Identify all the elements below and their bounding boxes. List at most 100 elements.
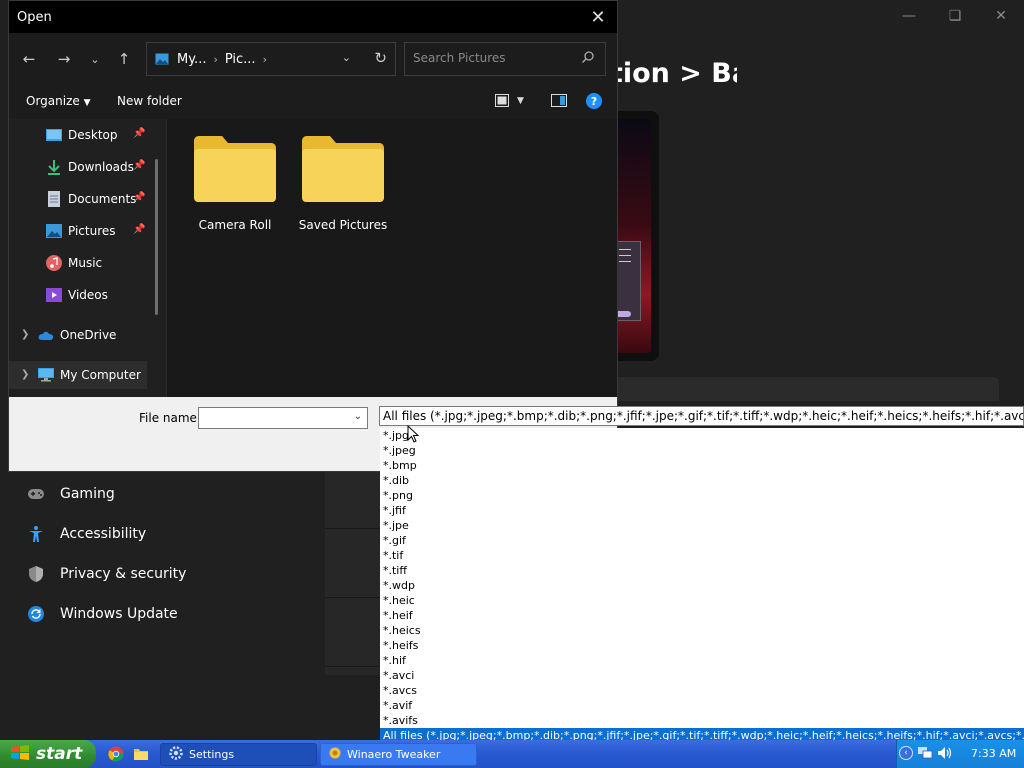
filter-option[interactable]: *.gif — [380, 533, 1024, 548]
nav-item-gaming[interactable]: Gaming — [0, 474, 325, 514]
pin-icon[interactable]: 📌 — [133, 192, 145, 203]
nav-item-accessibility[interactable]: Accessibility — [0, 514, 325, 554]
pin-icon[interactable]: 📌 — [133, 224, 145, 235]
sidebar-item-label: Desktop — [68, 128, 118, 142]
sidebar-item-onedrive[interactable]: ❯ OneDrive — [9, 321, 159, 349]
folder-item-saved-pictures[interactable]: Saved Pictures — [293, 135, 393, 232]
mouse-cursor-icon — [407, 425, 419, 443]
file-explorer-icon[interactable] — [133, 746, 149, 762]
filter-option[interactable]: *.jpeg — [380, 443, 1024, 458]
sidebar-item-label: Music — [68, 256, 103, 270]
breadcrumb-separator-icon: › — [262, 52, 267, 66]
settings-content-card — [325, 460, 381, 675]
sidebar-item-label: Pictures — [68, 224, 116, 238]
forward-button[interactable]: → — [52, 47, 76, 71]
dialog-close-button[interactable]: ✕ — [585, 5, 611, 29]
breadcrumb-item[interactable]: Pic... — [225, 52, 256, 67]
sidebar-item-music[interactable]: Music — [9, 249, 159, 277]
chevron-right-icon[interactable]: ❯ — [21, 329, 29, 340]
help-icon[interactable]: ? — [586, 93, 602, 109]
music-icon — [46, 255, 62, 271]
taskbar-item-winaero-tweaker[interactable]: Winaero Tweaker — [320, 743, 477, 766]
minimize-button[interactable]: — — [886, 0, 932, 32]
page-heading-text: Personalization > Background — [617, 58, 737, 89]
sidebar-item-label: Downloads — [68, 160, 134, 174]
organize-button[interactable]: Organize ▼ — [26, 94, 91, 108]
sidebar-scrollbar[interactable] — [155, 159, 158, 315]
filter-option[interactable]: *.avcs — [380, 683, 1024, 698]
desktop-icon — [46, 127, 62, 143]
document-icon — [46, 191, 62, 207]
file-name-input[interactable] — [203, 411, 343, 425]
view-icon — [495, 94, 509, 107]
dialog-titlebar: Open ✕ — [9, 1, 617, 33]
folder-item-camera-roll[interactable]: Camera Roll — [185, 135, 285, 232]
sidebar-item-label: My Computer — [60, 368, 141, 382]
dialog-toolbar: Organize ▼ New folder ▼ ? — [9, 85, 617, 119]
address-dropdown-icon[interactable]: ⌄ — [342, 51, 351, 64]
open-dialog: Open ✕ ← → ⌄ ↑ My... › Pic... › ⌄ ↻ Sear… — [8, 0, 618, 472]
back-button[interactable]: ← — [17, 47, 41, 71]
filter-option[interactable]: *.heic — [380, 593, 1024, 608]
search-input[interactable] — [413, 51, 573, 65]
sidebar-item-my-computer[interactable]: ❯ My Computer — [9, 361, 147, 389]
file-type-dropdown-list: *.jpg *.jpeg *.bmp *.dib *.png *.jfif *.… — [380, 428, 1024, 744]
video-icon — [46, 287, 62, 303]
breadcrumb-separator-icon: › — [213, 52, 218, 66]
filter-option[interactable]: *.hif — [380, 653, 1024, 668]
nav-item-windows-update[interactable]: Windows Update — [0, 594, 325, 634]
sidebar-item-desktop[interactable]: Desktop 📌 — [9, 121, 159, 149]
filter-option[interactable]: *.heics — [380, 623, 1024, 638]
file-name-combobox[interactable]: ⌄ — [198, 407, 368, 429]
nav-item-privacy[interactable]: Privacy & security — [0, 554, 325, 594]
address-bar[interactable]: My... › Pic... › ⌄ ↻ — [146, 42, 396, 76]
breadcrumb-item[interactable]: My... — [177, 52, 206, 67]
chrome-icon[interactable] — [108, 746, 124, 762]
filter-option[interactable]: *.avifs — [380, 713, 1024, 728]
windows-flag-icon — [10, 744, 30, 765]
preview-pane-button[interactable] — [551, 94, 567, 110]
filter-option[interactable]: *.jfif — [380, 503, 1024, 518]
up-button[interactable]: ↑ — [112, 47, 136, 71]
filter-option[interactable]: *.png — [380, 488, 1024, 503]
volume-icon[interactable] — [937, 746, 953, 763]
filter-option[interactable]: *.jpg — [380, 428, 1024, 443]
sidebar-item-pictures[interactable]: Pictures 📌 — [9, 217, 159, 245]
filter-option[interactable]: *.wdp — [380, 578, 1024, 593]
network-icon[interactable] — [917, 746, 933, 763]
close-button[interactable]: ✕ — [978, 0, 1024, 32]
sidebar-item-documents[interactable]: Documents 📌 — [9, 185, 159, 213]
recent-locations-button[interactable]: ⌄ — [83, 47, 107, 71]
filter-option[interactable]: *.avif — [380, 698, 1024, 713]
refresh-icon[interactable]: ↻ — [374, 49, 387, 67]
pin-icon[interactable]: 📌 — [133, 128, 145, 139]
accessibility-icon — [26, 524, 46, 544]
taskbar-item-settings[interactable]: Settings — [160, 743, 317, 766]
filter-option[interactable]: *.dib — [380, 473, 1024, 488]
change-view-button[interactable]: ▼ — [495, 94, 524, 107]
sidebar-item-downloads[interactable]: Downloads 📌 — [9, 153, 159, 181]
filter-option[interactable]: *.tif — [380, 548, 1024, 563]
show-hidden-icons-icon[interactable]: ‹ — [899, 746, 913, 760]
maximize-button[interactable]: ❏ — [932, 0, 978, 32]
search-box — [404, 42, 606, 76]
filter-option[interactable]: *.heif — [380, 608, 1024, 623]
file-type-filter[interactable]: All files (*.jpg;*.jpeg;*.bmp;*.dib;*.pn… — [379, 406, 1024, 426]
new-folder-button[interactable]: New folder — [117, 94, 182, 108]
pin-icon[interactable]: 📌 — [133, 160, 145, 171]
dialog-title: Open — [17, 9, 52, 25]
background-preview — [617, 111, 659, 361]
filter-option[interactable]: *.jpe — [380, 518, 1024, 533]
filter-option[interactable]: *.tiff — [380, 563, 1024, 578]
settings-card — [617, 377, 999, 401]
filter-option[interactable]: *.bmp — [380, 458, 1024, 473]
chevron-right-icon[interactable]: ❯ — [21, 369, 29, 380]
clock[interactable]: 7:33 AM — [971, 747, 1016, 760]
shield-icon — [26, 564, 46, 584]
filter-option[interactable]: *.avci — [380, 668, 1024, 683]
filter-option[interactable]: *.heifs — [380, 638, 1024, 653]
start-button[interactable]: start — [0, 740, 96, 768]
folder-label: Camera Roll — [198, 218, 272, 232]
chevron-down-icon[interactable]: ⌄ — [354, 411, 362, 422]
sidebar-item-videos[interactable]: Videos — [9, 281, 159, 309]
